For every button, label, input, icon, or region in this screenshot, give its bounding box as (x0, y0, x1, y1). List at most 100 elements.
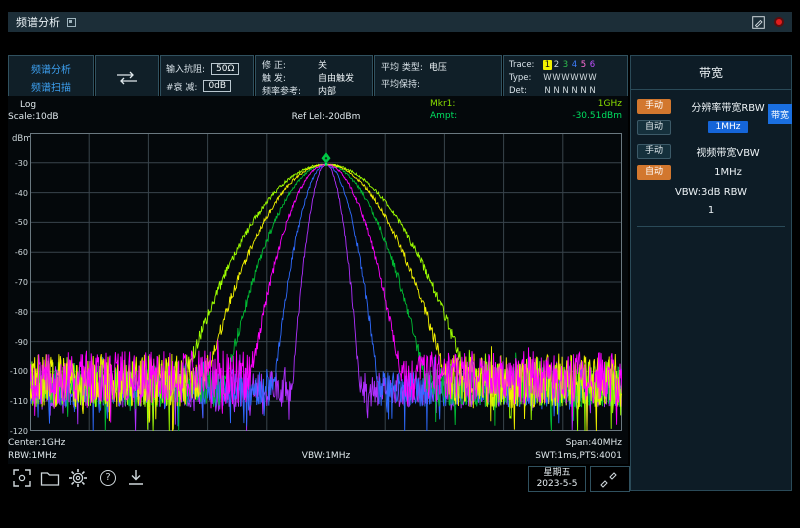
marker-readout: Mkr1: 1GHz (430, 99, 622, 109)
trace-indicator-box: Trace: 123456 Type: WWWWWW Det: NNNNNN (503, 55, 628, 100)
correction-value: 关 (318, 58, 327, 71)
swt-label: SWT:1ms,PTS:4001 (30, 451, 622, 461)
rbw-auto-button[interactable]: 自动 (637, 120, 671, 135)
repeat-icon (113, 69, 141, 87)
input-settings-box: 输入抗阻: 50Ω #衰 减: 0dB (160, 55, 254, 100)
trace-det-6: N (588, 86, 597, 96)
avg-type-label: 平均 类型: (381, 60, 423, 73)
y-axis-tick: -90 (15, 338, 28, 347)
edit-icon[interactable] (752, 16, 765, 29)
y-axis-tick: -60 (15, 248, 28, 257)
vbw-menu-label: 视频带宽VBW (671, 144, 785, 159)
trace-num-5: 5 (579, 60, 588, 70)
y-axis-tick: -120 (10, 427, 28, 436)
attenuation-value[interactable]: 0dB (203, 80, 231, 92)
window-mini-icon (67, 18, 76, 27)
trace-numbers: 123456 (543, 60, 597, 70)
span-label: Span:40MHz (30, 438, 622, 448)
titlebar: 频谱分析 (8, 12, 792, 32)
trace-num-2: 2 (552, 60, 561, 70)
trace-num-4: 4 (570, 60, 579, 70)
bottom-toolbar: ? 星期五 2023-5-5 (8, 466, 628, 494)
help-button[interactable]: ? (96, 466, 120, 490)
download-icon (126, 468, 146, 488)
save-export-button[interactable] (124, 466, 148, 490)
gear-icon (68, 468, 88, 488)
trace-type-5: W (579, 73, 588, 83)
impedance-label: 输入抗阻: (166, 62, 205, 75)
continuous-sweep-button[interactable] (95, 55, 159, 100)
vbw-rbw-ratio-label: VBW:3dB RBW (637, 187, 785, 198)
marker-pen-icons (596, 469, 624, 489)
trace-type-1: W (543, 73, 552, 83)
marker-value: 1GHz (598, 99, 622, 109)
help-icon: ? (100, 470, 116, 486)
vbw-rbw-ratio-value[interactable]: 1 (637, 205, 785, 216)
trace-det-2: N (552, 86, 561, 96)
ampt-value: -30.51dBm (572, 111, 622, 121)
average-settings-box: 平均 类型: 电压 平均保持: (374, 55, 502, 100)
trace-det-3: N (561, 86, 570, 96)
weekday-label: 星期五 (543, 468, 570, 479)
screenshot-button[interactable] (10, 466, 34, 490)
vbw-auto-button[interactable]: 自动 (637, 165, 671, 180)
trace-type-2: W (552, 73, 561, 83)
trace-types: WWWWWW (543, 73, 597, 83)
log-scale-label: Log (20, 100, 36, 110)
trigger-label: 触 发: (262, 71, 312, 84)
y-axis-tick: -100 (10, 367, 28, 376)
trace-num-3: 3 (561, 60, 570, 70)
trace-det-4: N (570, 86, 579, 96)
trace-num-1: 1 (543, 60, 552, 70)
menu-title: 带宽 (631, 56, 791, 90)
vbw-manual-button[interactable]: 手动 (637, 144, 671, 159)
rbw-manual-button[interactable]: 手动 (637, 99, 671, 114)
file-manager-button[interactable] (38, 466, 62, 490)
amplitude-readout: Ampt: -30.51dBm (430, 111, 622, 121)
bandwidth-edge-tab[interactable]: 带宽 (768, 104, 792, 124)
y-axis-tick: -80 (15, 308, 28, 317)
trace-det-5: N (579, 86, 588, 96)
trace-detectors: NNNNNN (543, 86, 597, 96)
menu-divider (637, 226, 785, 227)
y-axis-tick: -50 (15, 218, 28, 227)
spectrum-analyzer-app: 频谱分析 频谱分析 频谱扫描 输入抗阻: 50Ω #衰 减: 0dB (0, 0, 800, 528)
y-axis-tick: -40 (15, 189, 28, 198)
spectrum-plot-svg (30, 133, 622, 431)
chart-region: Log Scale:10dB Ref Lel:-20dBm Mkr1: 1GHz… (8, 96, 628, 464)
trace-label: Trace: (509, 60, 540, 70)
y-axis-labels: -30-40-50-60-70-80-90-100-110-120 (8, 133, 28, 431)
correction-label: 修 正: (262, 58, 312, 71)
avg-hold-label: 平均保持: (381, 77, 420, 90)
trigger-value: 自由触发 (318, 71, 354, 84)
trace-type-6: W (588, 73, 597, 83)
tab-spectrum-sweep[interactable]: 频谱扫描 (9, 79, 93, 94)
vbw-value-field[interactable]: 1MHz (671, 167, 785, 178)
y-axis-tick: -70 (15, 278, 28, 287)
screenshot-icon (12, 468, 32, 488)
attenuation-label: #衰 减: (166, 80, 197, 93)
y-axis-tick: -30 (15, 159, 28, 168)
det-label: Det: (509, 86, 540, 96)
impedance-value[interactable]: 50Ω (211, 63, 239, 75)
annotation-tools-box[interactable] (590, 466, 630, 492)
settings-button[interactable] (66, 466, 90, 490)
correction-settings-box: 修 正: 关 触 发: 自由触发 频率参考: 内部 (255, 55, 373, 100)
folder-icon (40, 469, 60, 487)
ampt-label: Ampt: (430, 111, 457, 121)
trace-type-4: W (570, 73, 579, 83)
rbw-value-field[interactable]: 1MHz (708, 121, 749, 133)
trace-det-1: N (543, 86, 552, 96)
trace-num-6: 6 (588, 60, 597, 70)
date-display: 星期五 2023-5-5 (528, 466, 586, 492)
marker-label: Mkr1: (430, 99, 455, 109)
tab-spectrum-analysis[interactable]: 频谱分析 (9, 61, 93, 76)
mode-tabs: 频谱分析 频谱扫描 (8, 55, 94, 100)
spectrum-plot (30, 133, 622, 431)
trace-type-3: W (561, 73, 570, 83)
avg-type-value: 电压 (429, 60, 447, 73)
page-title: 频谱分析 (16, 14, 60, 30)
record-button[interactable] (774, 17, 784, 27)
type-label: Type: (509, 73, 540, 83)
y-axis-tick: -110 (10, 397, 28, 406)
